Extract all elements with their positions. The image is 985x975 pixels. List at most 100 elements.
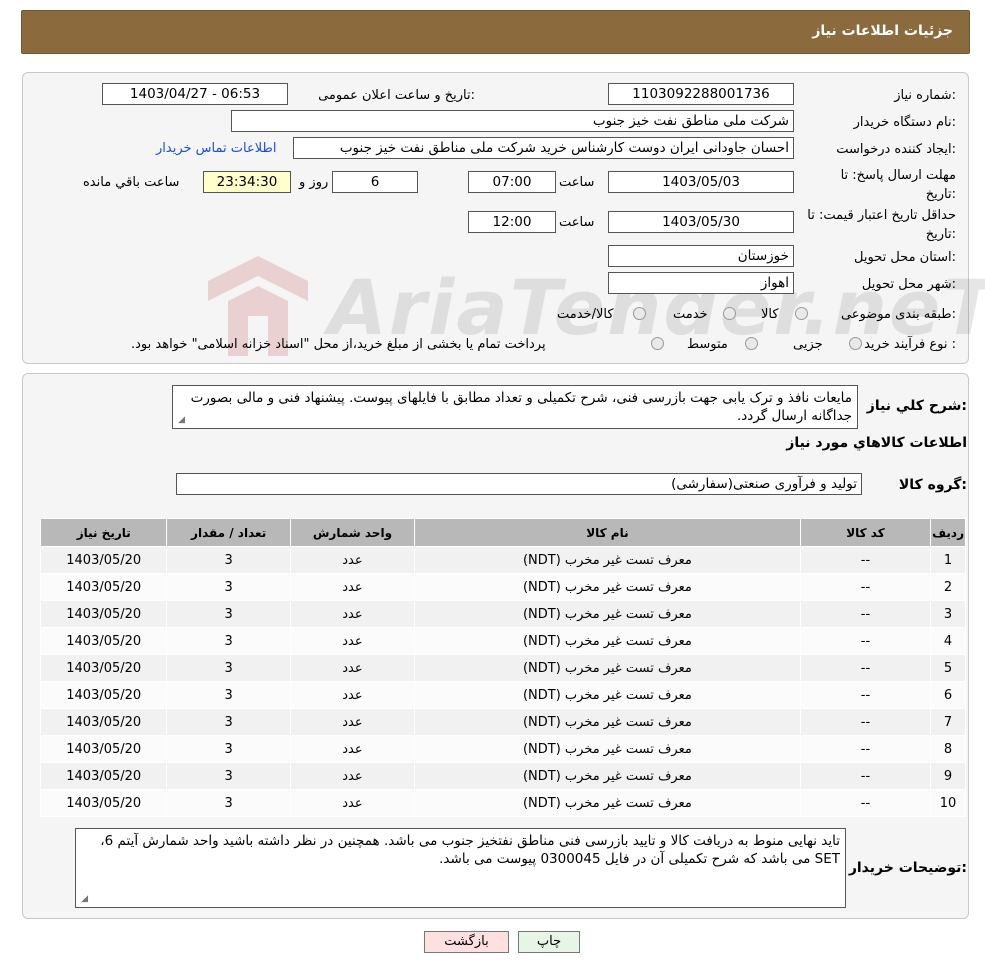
cell-item-name: معرف تست غیر مخرب (NDT)	[414, 735, 801, 763]
cell-item-name: معرف تست غیر مخرب (NDT)	[414, 681, 801, 709]
items-section-title: اطلاعات کالاهاي مورد نياز	[786, 435, 967, 451]
col-quantity: تعداد / مقدار	[166, 518, 291, 547]
table-row: 5 -- معرف تست غیر مخرب (NDT) عدد 3 1403/05/20	[39, 654, 966, 682]
cell-need-date: 1403/05/20	[39, 654, 168, 682]
category-label: طبقه بندی موضوعی:	[840, 307, 956, 322]
purchase-note: پرداخت تمام یا بخشی از مبلغ خرید،از محل …	[131, 337, 546, 352]
cell-item-name: معرف تست غیر مخرب (NDT)	[414, 762, 801, 790]
cell-row-number: 1	[930, 546, 966, 574]
cell-row-number: 7	[930, 708, 966, 736]
cell-item-name: معرف تست غیر مخرب (NDT)	[414, 573, 801, 601]
cell-need-date: 1403/05/20	[39, 627, 168, 655]
buyer-notes-label: توضیحات خریدار:	[848, 860, 967, 876]
resize-grip-icon[interactable]: ◢	[176, 416, 185, 425]
cell-need-date: 1403/05/20	[39, 681, 168, 709]
cell-row-number: 9	[930, 762, 966, 790]
page-title: جزئیات اطلاعات نیاز	[812, 23, 953, 39]
cell-item-code: --	[799, 600, 932, 628]
cell-unit: عدد	[289, 735, 416, 763]
resize-grip-icon[interactable]: ◢	[79, 895, 88, 904]
buyer-notes-textarea: تاید نهایی منوط به دریافت کالا و تایید ب…	[75, 828, 846, 908]
summary-text: مایعات نافذ و ترک یابی جهت بازرسی فنی، ش…	[190, 390, 852, 424]
cell-quantity: 3	[166, 654, 291, 682]
col-item-code: کد کالا	[799, 518, 932, 547]
cell-unit: عدد	[289, 546, 416, 574]
group-field: تولید و فرآوری صنعتی(سفارشی)	[176, 473, 862, 495]
cell-item-code: --	[799, 708, 932, 736]
need-number-field: 1103092288001736	[608, 83, 794, 105]
contact-buyer-link[interactable]: اطلاعات تماس خریدار	[156, 141, 276, 156]
cell-need-date: 1403/05/20	[39, 546, 168, 574]
items-table: رديف کد کالا نام کالا واحد شمارش تعداد /…	[39, 518, 966, 817]
cell-item-name: معرف تست غیر مخرب (NDT)	[414, 654, 801, 682]
category-option-goods-service: کالا/خدمت	[557, 307, 614, 322]
price-time-field: 12:00	[468, 211, 556, 233]
table-row: 4 -- معرف تست غیر مخرب (NDT) عدد 3 1403/05/20	[39, 627, 966, 655]
cell-need-date: 1403/05/20	[39, 735, 168, 763]
days-remaining-field: 6	[332, 171, 418, 193]
cell-need-date: 1403/05/20	[39, 789, 168, 817]
cell-item-name: معرف تست غیر مخرب (NDT)	[414, 600, 801, 628]
remaining-time-field: 23:34:30	[203, 171, 291, 193]
buyer-org-label: نام دستگاه خریدار:	[853, 115, 956, 130]
province-field: خوزستان	[608, 245, 794, 267]
cell-item-code: --	[799, 762, 932, 790]
purchase-radio-treasury[interactable]	[651, 337, 664, 350]
price-date-field: 1403/05/30	[608, 211, 794, 233]
cell-unit: عدد	[289, 681, 416, 709]
cell-item-name: معرف تست غیر مخرب (NDT)	[414, 627, 801, 655]
city-label: شهر محل تحویل:	[861, 277, 956, 292]
cell-unit: عدد	[289, 600, 416, 628]
print-button[interactable]: چاپ	[518, 931, 580, 953]
cell-unit: عدد	[289, 654, 416, 682]
category-radio-goods-service[interactable]	[633, 307, 646, 320]
cell-unit: عدد	[289, 573, 416, 601]
table-row: 1 -- معرف تست غیر مخرب (NDT) عدد 3 1403/05/20	[39, 546, 966, 574]
cell-quantity: 3	[166, 627, 291, 655]
cell-item-name: معرف تست غیر مخرب (NDT)	[414, 546, 801, 574]
cell-quantity: 3	[166, 735, 291, 763]
details-panel: AriaTender.neT شماره نیاز: 1103092288001…	[22, 72, 985, 364]
category-radio-goods[interactable]	[795, 307, 808, 320]
cell-row-number: 2	[930, 573, 966, 601]
announce-field: 1403/04/27 - 06:53	[102, 83, 288, 105]
category-option-goods: کالا	[761, 307, 779, 322]
purchase-radio-minor[interactable]	[849, 337, 862, 350]
cell-quantity: 3	[166, 708, 291, 736]
buyer-notes-text: تاید نهایی منوط به دریافت کالا و تایید ب…	[100, 833, 840, 867]
cell-need-date: 1403/05/20	[39, 573, 168, 601]
cell-unit: عدد	[289, 627, 416, 655]
cell-need-date: 1403/05/20	[39, 708, 168, 736]
col-row-number: رديف	[930, 518, 966, 547]
col-item-name: نام کالا	[414, 518, 801, 547]
back-button[interactable]: بازگشت	[424, 931, 509, 953]
summary-textarea: مایعات نافذ و ترک یابی جهت بازرسی فنی، ش…	[172, 385, 858, 429]
purchase-type-label: نوع فرآیند خرید :	[864, 337, 956, 352]
cell-item-name: معرف تست غیر مخرب (NDT)	[414, 789, 801, 817]
creator-field: احسان جاودانی ایران دوست کارشناس خرید شر…	[293, 137, 794, 159]
table-row: 3 -- معرف تست غیر مخرب (NDT) عدد 3 1403/05/20	[39, 600, 966, 628]
table-row: 9 -- معرف تست غیر مخرب (NDT) عدد 3 1403/05/20	[39, 762, 966, 790]
cell-item-code: --	[799, 654, 932, 682]
cell-need-date: 1403/05/20	[39, 600, 168, 628]
cell-item-code: --	[799, 627, 932, 655]
cell-row-number: 5	[930, 654, 966, 682]
purchase-option-medium: متوسط	[687, 337, 728, 352]
table-row: 10 -- معرف تست غیر مخرب (NDT) عدد 3 1403/05/2…	[39, 789, 966, 817]
buyer-org-field: شرکت ملی مناطق نفت خیز جنوب	[231, 110, 794, 132]
cell-item-code: --	[799, 735, 932, 763]
summary-label: شرح کلي نياز:	[866, 398, 967, 414]
cell-row-number: 4	[930, 627, 966, 655]
purchase-radio-medium[interactable]	[745, 337, 758, 350]
col-unit: واحد شمارش	[289, 518, 416, 547]
reply-date-field: 1403/05/03	[608, 171, 794, 193]
cell-need-date: 1403/05/20	[39, 762, 168, 790]
reply-time-field: 07:00	[468, 171, 556, 193]
purchase-option-minor: جزیی	[793, 337, 823, 352]
cell-row-number: 10	[930, 789, 966, 817]
category-radio-service[interactable]	[723, 307, 736, 320]
cell-quantity: 3	[166, 573, 291, 601]
price-validity-label: حداقل تاریخ اعتبار قیمت: تا تاریخ:	[807, 208, 956, 242]
announce-label: تاریخ و ساعت اعلان عمومی:	[318, 88, 475, 103]
cell-unit: عدد	[289, 708, 416, 736]
